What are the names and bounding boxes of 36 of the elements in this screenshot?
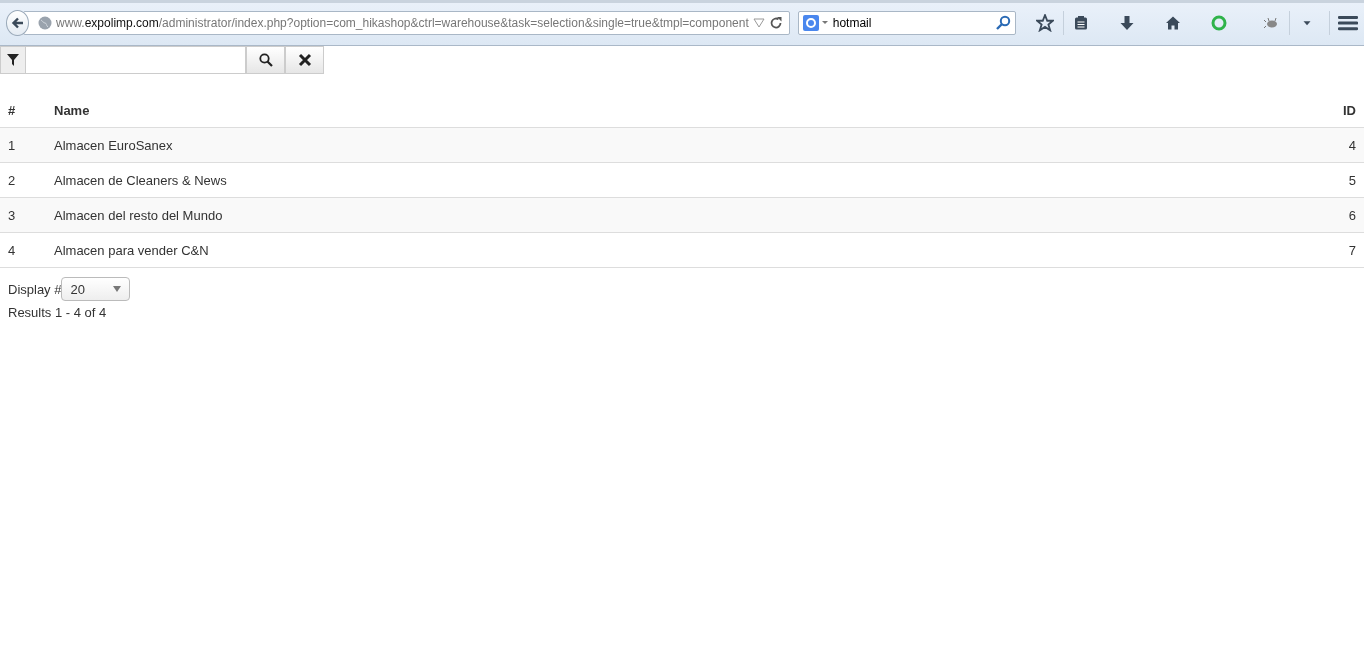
table-cell: 4 bbox=[0, 232, 46, 268]
search-engine-icon[interactable] bbox=[802, 14, 829, 31]
dropdown-icon[interactable] bbox=[752, 17, 765, 28]
table-cell: Almacen EuroSanex bbox=[46, 127, 1318, 163]
search-icon[interactable] bbox=[995, 14, 1012, 31]
display-label: Display # bbox=[8, 281, 62, 297]
results-text: Results 1 - 4 of 4 bbox=[8, 305, 107, 320]
table-cell: 5 bbox=[1318, 162, 1364, 198]
back-arrow-icon bbox=[10, 15, 25, 30]
caret-icon bbox=[113, 286, 122, 292]
table-cell: 6 bbox=[1318, 197, 1364, 233]
star-icon[interactable] bbox=[1035, 11, 1055, 34]
table-cell: Almacen para vender C&N bbox=[46, 232, 1318, 268]
filter-button[interactable] bbox=[0, 46, 26, 74]
table-cell: 2 bbox=[0, 162, 46, 198]
back-button[interactable] bbox=[6, 9, 29, 36]
filter-input[interactable] bbox=[26, 46, 246, 74]
table-cell: Almacen de Cleaners & News bbox=[46, 162, 1318, 198]
table-cell: 1 bbox=[0, 127, 46, 163]
search-icon bbox=[258, 53, 273, 67]
reload-icon[interactable] bbox=[768, 15, 783, 30]
table-cell: 7 bbox=[1318, 232, 1364, 268]
clear-button[interactable] bbox=[285, 46, 324, 74]
search-bar[interactable]: hotmail bbox=[797, 10, 1017, 35]
filter-icon bbox=[7, 54, 19, 66]
column-header: # bbox=[0, 93, 46, 128]
column-header: ID bbox=[1318, 93, 1364, 128]
search-button[interactable] bbox=[246, 46, 285, 74]
url-text: www.expolimp.com/administrator/index.php?option=com_hikashop&ctrl=warehouse&task=selection&single=true&tmpl=component bbox=[56, 15, 749, 30]
column-header: Name bbox=[46, 93, 1318, 128]
address-bar[interactable]: www.expolimp.com/administrator/index.php?option=com_hikashop&ctrl=warehouse&task=selection&single=true&tmpl=component bbox=[23, 10, 790, 35]
table-cell: 3 bbox=[0, 197, 46, 233]
close-icon bbox=[297, 53, 312, 67]
table-cell: Almacen del resto del Mundo bbox=[46, 197, 1318, 233]
display-count-select[interactable]: 20 bbox=[61, 277, 131, 301]
table-cell: 4 bbox=[1318, 127, 1364, 163]
